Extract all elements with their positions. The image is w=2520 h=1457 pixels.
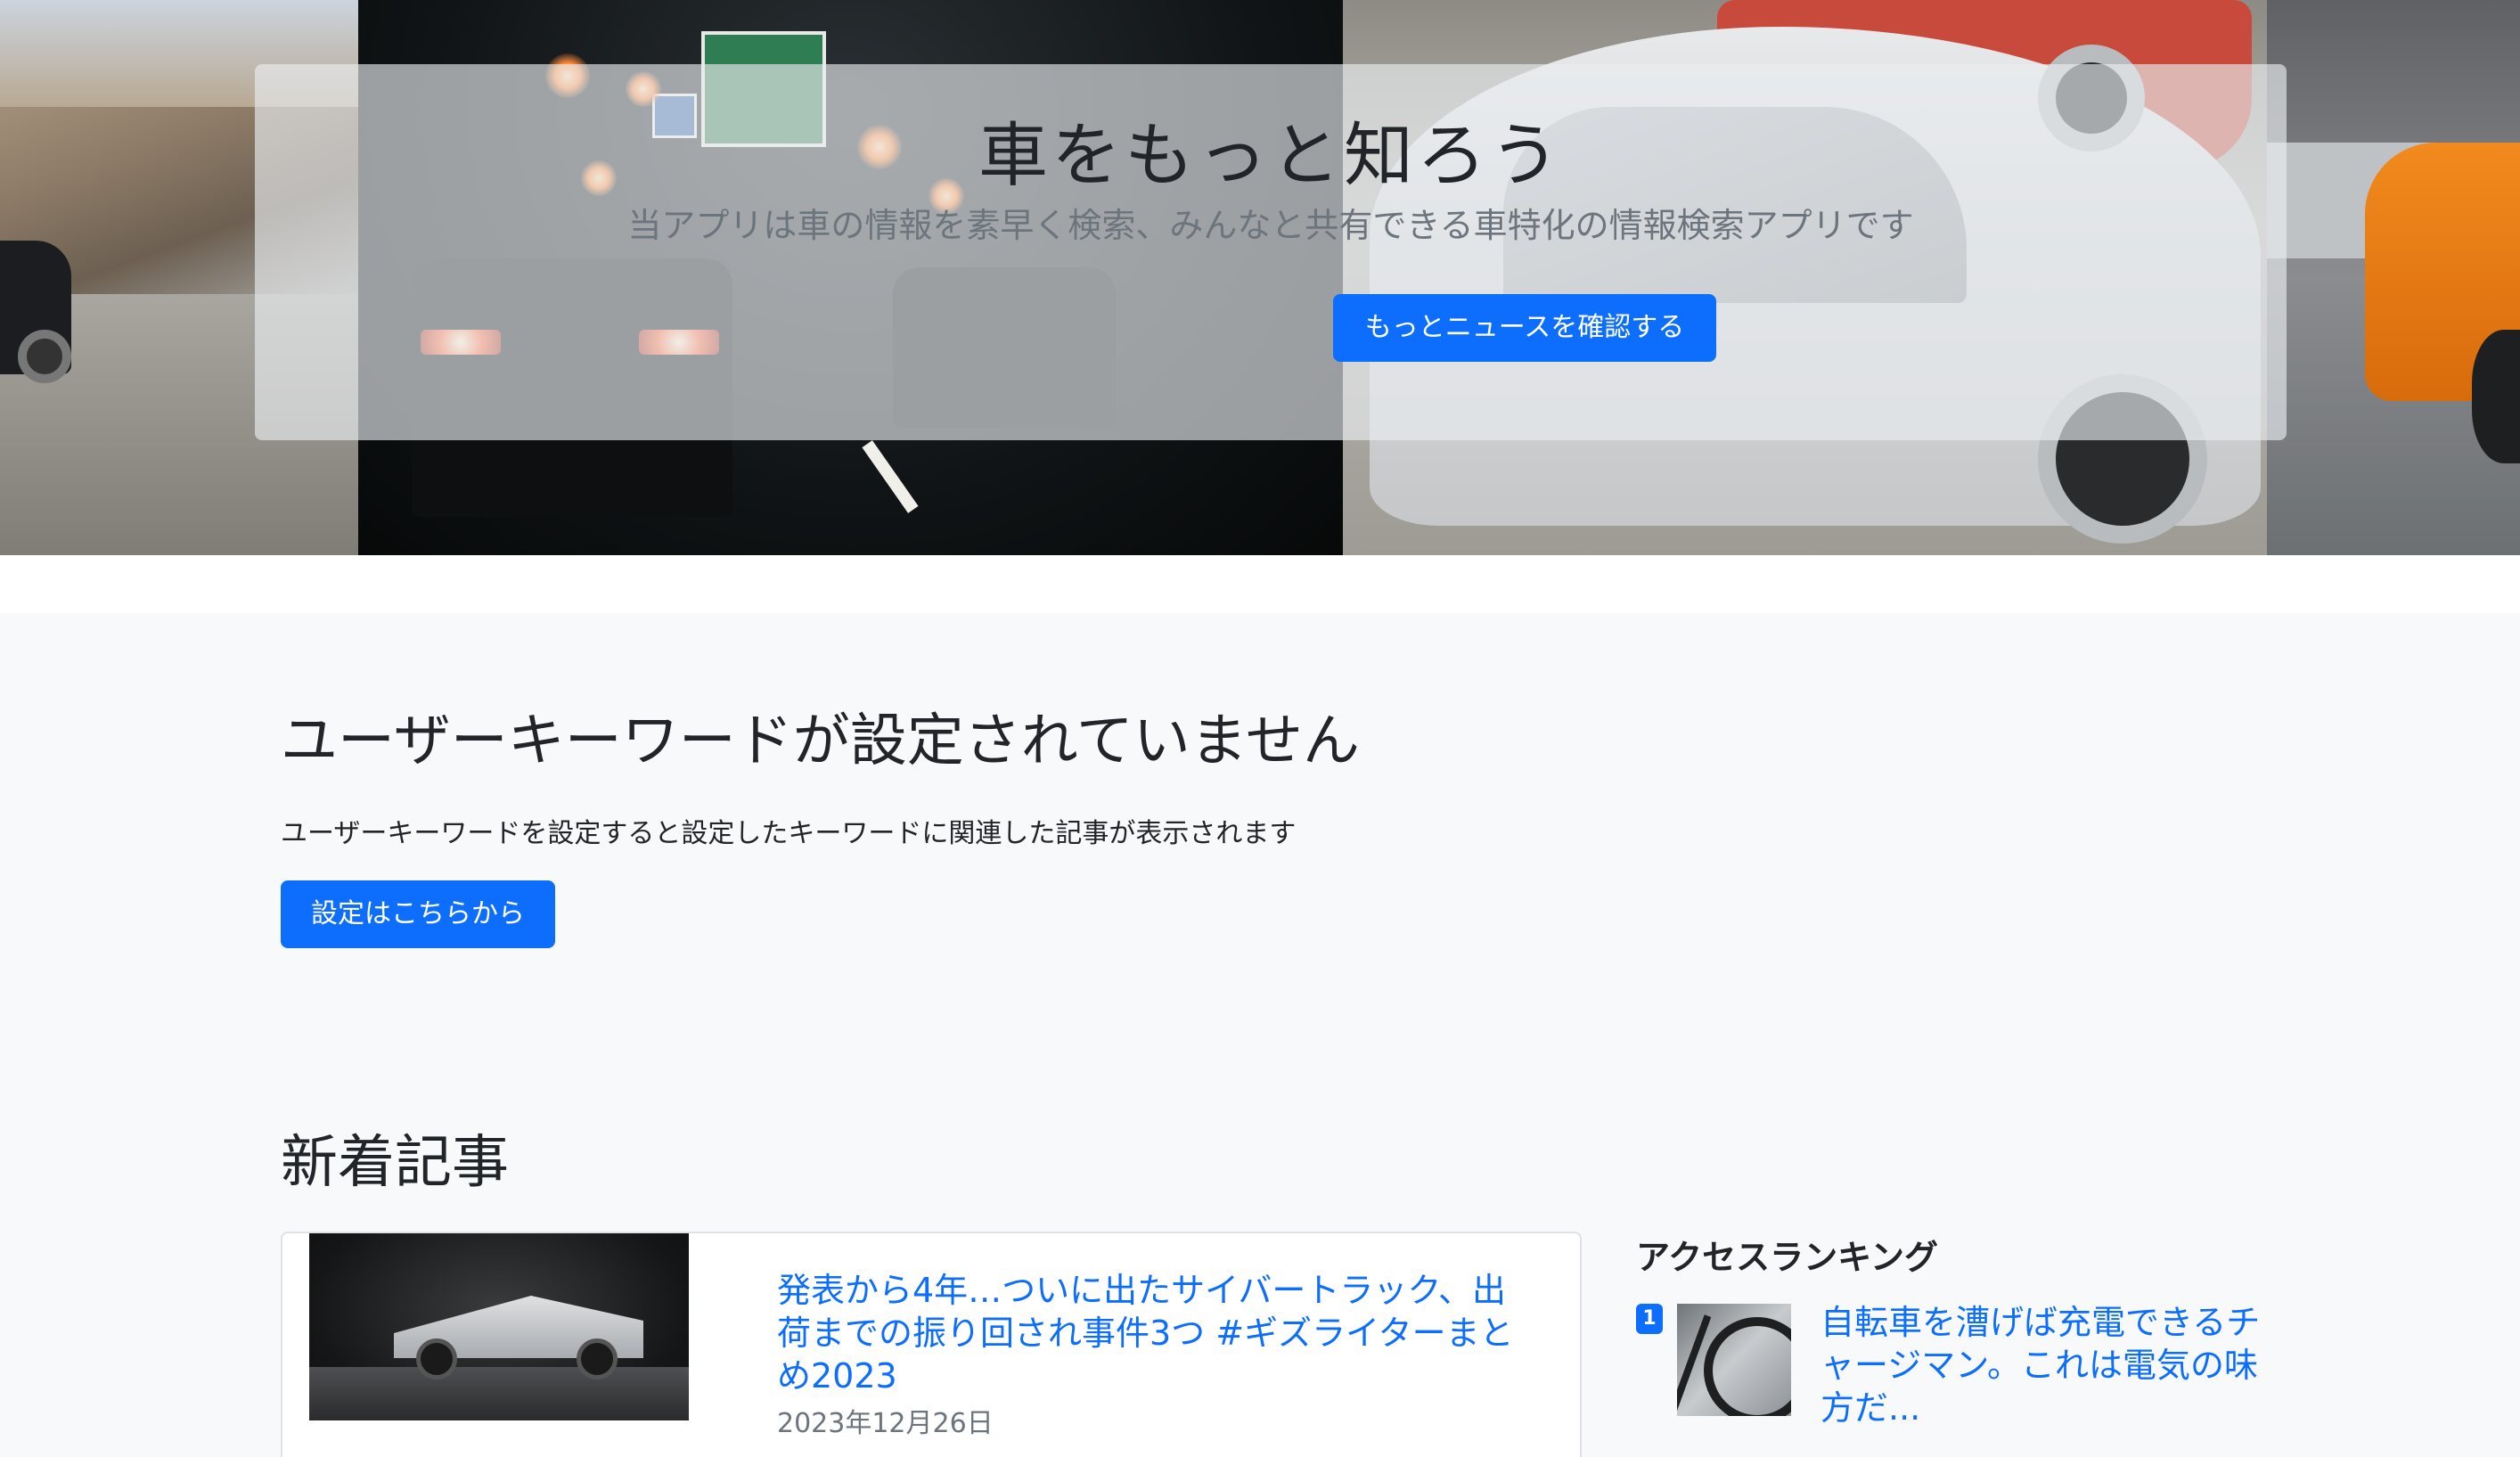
hero-jumbotron: 車をもっと知ろう 当アプリは車の情報を素早く検索、みんなと共有できる車特化の情報… (255, 64, 2287, 440)
article-card[interactable]: 発表から4年…ついに出たサイバートラック、出荷までの振り回され事件3つ #ギズラ… (281, 1232, 1582, 1457)
ranking-thumbnail[interactable] (1677, 1304, 1791, 1416)
ranking-heading: アクセスランキング (1636, 1238, 1938, 1277)
article-thumbnail[interactable] (309, 1233, 689, 1420)
rank-badge: 1 (1636, 1304, 1663, 1334)
keyword-heading: ユーザーキーワードが設定されていません (281, 708, 1360, 774)
page: 車をもっと知ろう 当アプリは車の情報を素早く検索、みんなと共有できる車特化の情報… (0, 0, 2520, 1457)
article-title-link[interactable]: 発表から4年…ついに出たサイバートラック、出荷までの振り回され事件3つ #ギズラ… (777, 1269, 1526, 1397)
article-date: 2023年12月26日 (777, 1408, 994, 1439)
hero-banner: 車をもっと知ろう 当アプリは車の情報を素早く検索、みんなと共有できる車特化の情報… (0, 0, 2520, 555)
keyword-settings-button[interactable]: 設定はこちらから (281, 880, 555, 948)
hero-photo-orange-car (2267, 0, 2520, 555)
hero-lead: 当アプリは車の情報を素早く検索、みんなと共有できる車特化の情報検索アプリです (627, 206, 1914, 245)
news-heading: 新着記事 (281, 1130, 509, 1196)
keyword-description: ユーザーキーワードを設定すると設定したキーワードに関連した記事が表示されます (281, 818, 1297, 849)
more-news-button[interactable]: もっとニュースを確認する (1333, 294, 1716, 362)
ranking-title-link[interactable]: 自転車を漕げば充電できるチャージマン。これは電気の味方だ... (1820, 1301, 2275, 1429)
hero-title: 車をもっと知ろう (978, 116, 1563, 196)
